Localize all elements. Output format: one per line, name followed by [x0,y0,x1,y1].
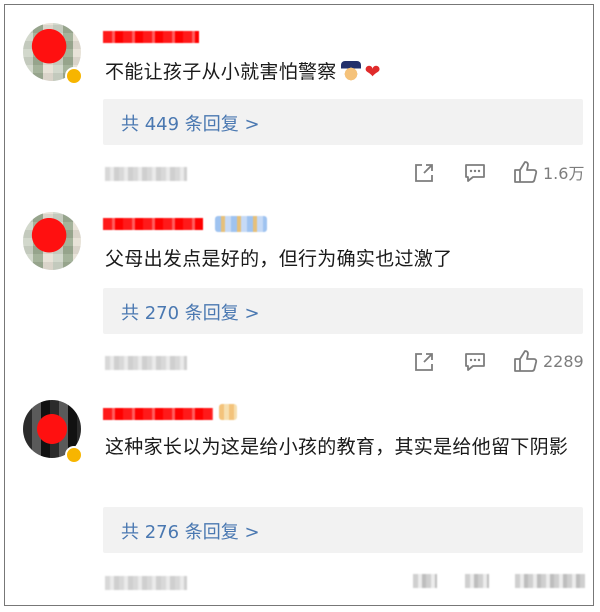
comment-text-content: 父母出发点是好的，但行为确实也过激了 [105,248,453,270]
share-button[interactable] [413,351,435,373]
comment-text: 父母出发点是好的，但行为确实也过激了 [105,244,573,274]
like-button[interactable]: 2289 [513,349,584,373]
like-count: 1.6万 [543,164,585,183]
comment-button[interactable] [463,351,487,373]
share-icon [415,164,433,182]
comment-text-content: 这种家长以为这是给小孩的教育，其实是给他留下阴影 [105,436,569,458]
timestamp-redacted [105,167,187,181]
actions-redacted [413,574,437,588]
share-icon [415,353,433,371]
comment-icon [465,164,485,182]
share-button[interactable] [413,162,435,184]
avatar[interactable] [23,212,81,270]
actions-redacted [465,574,489,588]
timestamp-redacted [105,576,187,590]
view-replies-button[interactable]: 共 449 条回复 > [103,99,583,145]
comment-text-content: 不能让孩子从小就害怕警察 [105,61,337,83]
comment-text: 这种家长以为这是给小孩的教育，其实是给他留下阴影 [105,432,573,462]
police-officer-emoji-icon [340,61,361,81]
comment-item: 不能让孩子从小就害怕警察 ❤ 共 449 条回复 > 1.6万 [5,5,593,195]
user-tag-redacted [219,404,237,420]
like-button[interactable]: 1.6万 [513,160,584,184]
username-redacted[interactable] [103,408,213,420]
comment-item: 这种家长以为这是给小孩的教育，其实是给他留下阴影 共 276 条回复 > [5,390,593,605]
comment-text: 不能让孩子从小就害怕警察 ❤ [105,57,573,87]
username-redacted[interactable] [103,31,199,43]
actions-redacted [515,574,585,588]
replies-count-label: 共 449 条回复 > [121,114,260,135]
comment-list: 不能让孩子从小就害怕警察 ❤ 共 449 条回复 > 1.6万 父母出发点是好的，… [4,4,594,606]
view-replies-button[interactable]: 共 276 条回复 > [103,507,583,553]
user-tag-redacted [215,216,267,232]
view-replies-button[interactable]: 共 270 条回复 > [103,288,583,334]
thumbs-up-icon [514,350,538,372]
verified-badge-icon [65,446,83,464]
username-redacted[interactable] [103,218,203,230]
verified-badge-icon [65,67,83,85]
like-count: 2289 [543,351,584,371]
replies-count-label: 共 270 条回复 > [121,303,260,324]
comment-icon [465,353,485,371]
timestamp-redacted [105,356,187,370]
replies-count-label: 共 276 条回复 > [121,522,260,543]
red-heart-emoji-icon: ❤ [364,61,381,83]
thumbs-up-icon [514,161,538,183]
comment-item: 父母出发点是好的，但行为确实也过激了 共 270 条回复 > 2289 [5,200,593,390]
comment-button[interactable] [463,162,487,184]
